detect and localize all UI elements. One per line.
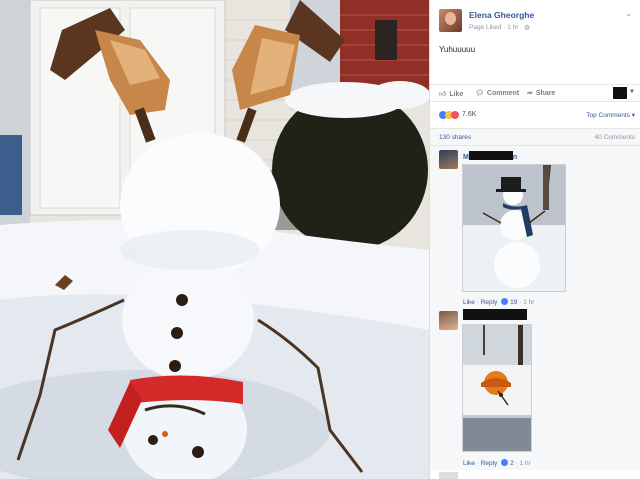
separator: ·: [476, 299, 479, 306]
comment-item: Mn Like · Reply 19 · 1 hr: [430, 146, 640, 312]
reactions-summary[interactable]: 7.6K Top Comments ▾: [430, 104, 640, 126]
post-meta-text: Page Liked · 1 hr ·: [469, 24, 525, 31]
like-button[interactable]: 👍︎ Like: [439, 89, 463, 98]
author-name[interactable]: Elena Gheorghe: [469, 10, 534, 20]
post-photo[interactable]: [0, 0, 429, 479]
post-text: Yuhuuuuu: [439, 45, 476, 54]
comment-time[interactable]: 1 hr: [520, 460, 531, 467]
commenter-avatar[interactable]: [439, 311, 458, 330]
comment-likes[interactable]: 19: [501, 298, 517, 306]
comment-bubble-icon: 💬︎: [475, 90, 484, 97]
post-side-panel: Elena Gheorghe Page Liked · 1 hr · ◍ ⌄ Y…: [429, 0, 640, 479]
thumbs-up-icon: 👍︎: [439, 91, 447, 98]
comment-button[interactable]: 💬︎ Comment: [475, 89, 519, 97]
snowman-with-hat-photo: [463, 165, 565, 291]
share-button[interactable]: ➦ Share: [527, 89, 555, 97]
share-label: Share: [535, 90, 556, 97]
redacted-name: [468, 151, 513, 160]
engagement-counts: 130 shares 40 Comments: [430, 128, 640, 146]
comment-photo[interactable]: [462, 164, 566, 292]
comment-like-button[interactable]: Like: [463, 460, 475, 467]
post-header: Elena Gheorghe Page Liked · 1 hr · ◍ ⌄: [430, 0, 640, 40]
chevron-down-icon[interactable]: ⌄: [625, 9, 632, 18]
chevron-down-icon[interactable]: ▼: [629, 89, 635, 95]
melted-snowman-photo: [463, 325, 531, 451]
commenter-name[interactable]: Mn: [463, 151, 517, 161]
comment-likes-count: 19: [510, 299, 518, 306]
commenter-name-tail: n: [512, 154, 518, 161]
commenter-avatar[interactable]: [439, 472, 458, 479]
thumbs-up-icon: [501, 298, 509, 305]
author-avatar[interactable]: [439, 9, 462, 32]
comment-item: Like · Reply 2 · 1 hr: [430, 307, 640, 470]
separator: ·: [515, 460, 518, 467]
comment-likes[interactable]: 2: [501, 459, 514, 467]
reactions-count[interactable]: 7.6K: [462, 111, 476, 118]
redacted-profile-selector[interactable]: [613, 87, 627, 99]
comment-reply-button[interactable]: Reply: [481, 299, 498, 306]
facebook-photo-viewer: Elena Gheorghe Page Liked · 1 hr · ◍ ⌄ Y…: [0, 0, 640, 479]
upside-down-snowman-photo: [0, 0, 429, 479]
comments-count[interactable]: 40 Comments: [595, 134, 635, 141]
comment-actions: Like · Reply 2 · 1 hr: [463, 459, 531, 467]
separator: ·: [476, 460, 479, 467]
top-comments-sort[interactable]: Top Comments ▾: [586, 111, 635, 119]
comment-like-button[interactable]: Like: [463, 299, 475, 306]
comment-time[interactable]: 1 hr: [523, 299, 534, 306]
thumbs-up-icon: [501, 459, 509, 466]
shares-count[interactable]: 130 shares: [439, 134, 471, 141]
comment-photo[interactable]: [462, 324, 532, 452]
share-arrow-icon: ➦: [527, 90, 533, 97]
like-label: Like: [449, 91, 464, 98]
love-reaction-icon: [451, 111, 459, 119]
comment-reply-button[interactable]: Reply: [481, 460, 498, 467]
separator: ·: [519, 299, 522, 306]
redacted-name: [463, 309, 527, 320]
comment-likes-count: 2: [510, 460, 514, 467]
commenter-avatar[interactable]: [439, 150, 458, 169]
globe-icon: ◍: [524, 24, 530, 31]
post-action-bar: 👍︎ Like 💬︎ Comment ➦ Share ▼: [430, 84, 640, 102]
post-meta: Page Liked · 1 hr · ◍: [469, 23, 530, 31]
comment-label: Comment: [486, 90, 520, 97]
comment-actions: Like · Reply 19 · 1 hr: [463, 298, 534, 306]
